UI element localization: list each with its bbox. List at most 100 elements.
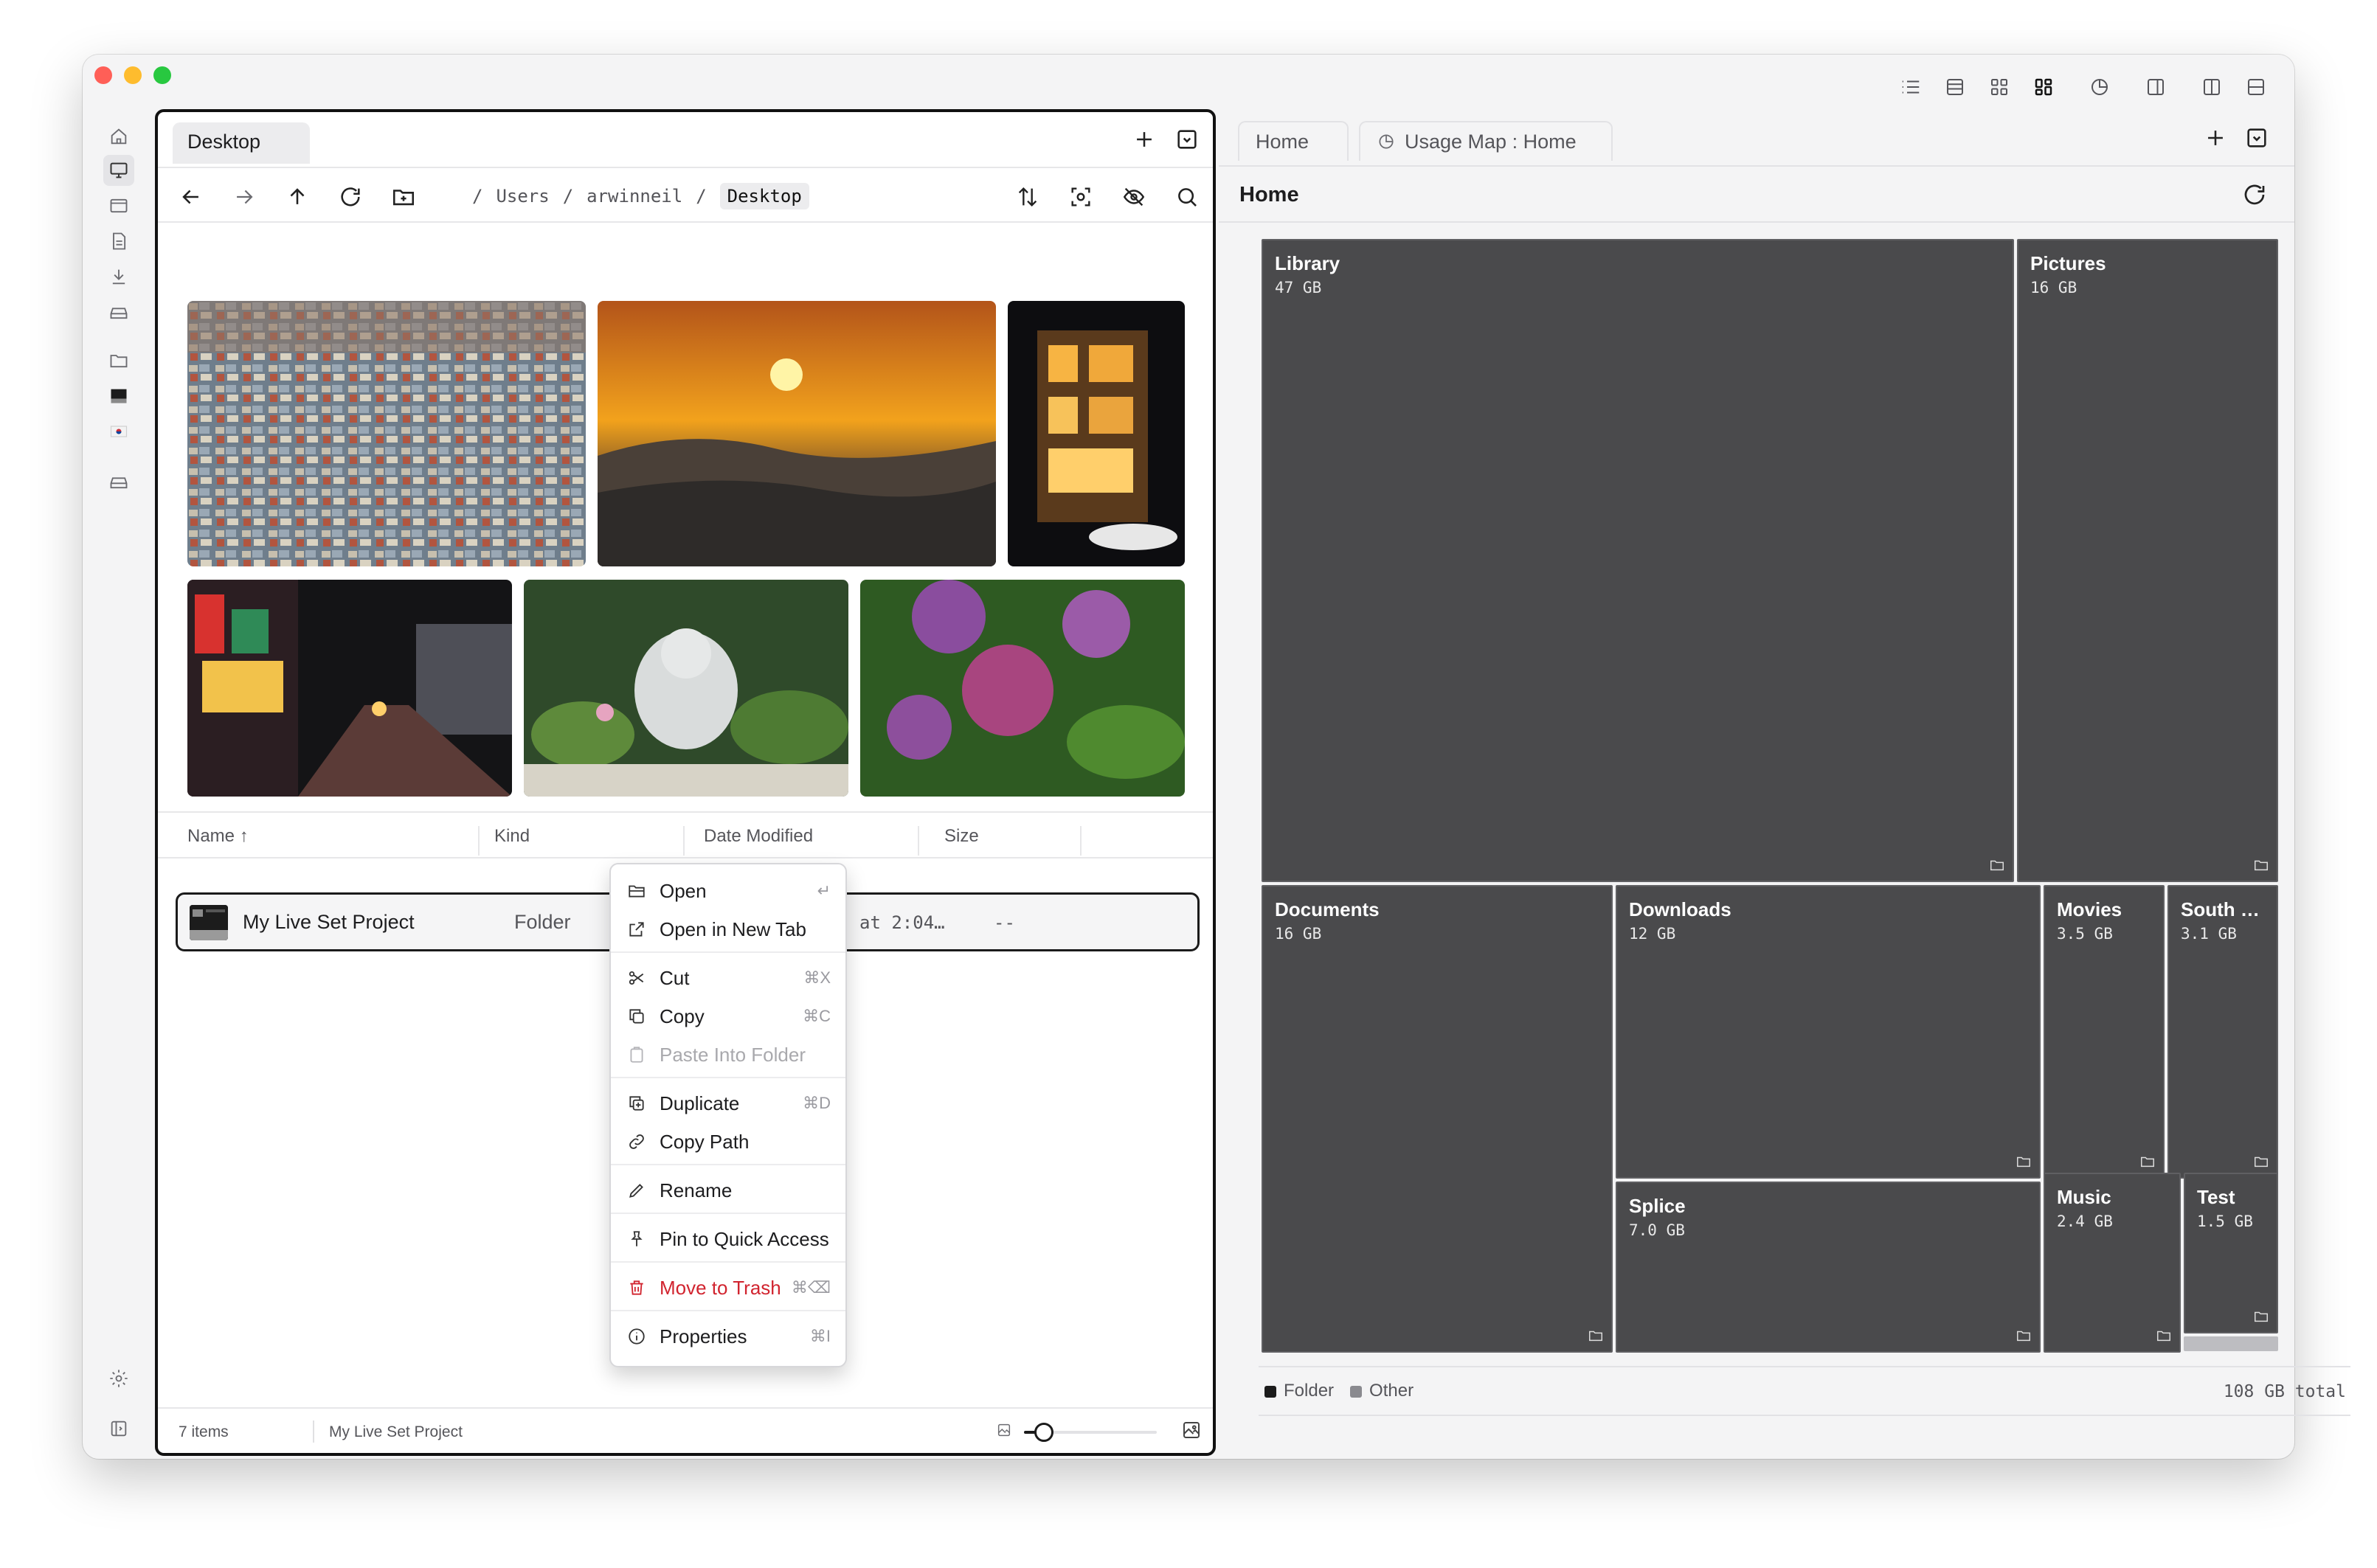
- folder-open-icon: [629, 885, 645, 898]
- photo-hydrangeas[interactable]: [860, 580, 1185, 797]
- usage-treemap: Library 47 GB Pictures 16 GB Documents 1…: [1262, 239, 2281, 1353]
- menu-item-cut[interactable]: Cut ⌘X: [611, 959, 845, 997]
- back-arrow-icon[interactable]: [179, 184, 204, 213]
- grid-view-icon[interactable]: [1977, 71, 2021, 103]
- tile-size: 1.5 GB: [2197, 1213, 2253, 1230]
- menu-item-properties[interactable]: Properties ⌘I: [611, 1317, 845, 1356]
- close-window-button[interactable]: [94, 66, 112, 84]
- preview-panel-icon[interactable]: [2134, 71, 2178, 103]
- home-icon[interactable]: [103, 121, 134, 152]
- refresh-icon[interactable]: [338, 184, 363, 213]
- photo-sunset-mountains[interactable]: [598, 301, 996, 566]
- scissors-icon: [629, 971, 644, 985]
- slider-knob[interactable]: [1034, 1423, 1053, 1442]
- menu-item-duplicate[interactable]: Duplicate ⌘D: [611, 1084, 845, 1123]
- new-tab-plus-icon[interactable]: [1132, 127, 1157, 156]
- tab-overview-icon[interactable]: [2244, 125, 2269, 154]
- breadcrumb-separator: /: [562, 186, 574, 207]
- treemap-tile-library[interactable]: Library 47 GB: [1262, 239, 2014, 882]
- menu-item-rename[interactable]: Rename: [611, 1171, 845, 1210]
- menu-item-copy-path[interactable]: Copy Path: [611, 1123, 845, 1161]
- legend-folder: Folder: [1264, 1381, 1334, 1401]
- treemap-tile-movies[interactable]: Movies 3.5 GB: [2044, 885, 2165, 1179]
- toggle-sidebar-icon[interactable]: [103, 1413, 134, 1444]
- legend-folder-swatch: [1264, 1385, 1276, 1398]
- photo-buddha-statue[interactable]: [524, 580, 848, 797]
- menu-item-pin-to-quick-access[interactable]: Pin to Quick Access: [611, 1220, 845, 1258]
- forward-arrow-icon[interactable]: [232, 184, 257, 213]
- tab-home[interactable]: Home: [1238, 121, 1349, 161]
- applications-icon[interactable]: [103, 190, 134, 221]
- refresh-icon[interactable]: [2241, 181, 2268, 212]
- desktop-icon[interactable]: [103, 155, 134, 186]
- breadcrumb-users[interactable]: Users: [496, 186, 549, 207]
- treemap-tile-south[interactable]: South … 3.1 GB: [2167, 885, 2278, 1179]
- legend-folder-label: Folder: [1284, 1381, 1335, 1401]
- column-date-modified[interactable]: Date Modified: [704, 826, 813, 847]
- new-tab-plus-icon[interactable]: [2203, 125, 2228, 154]
- breadcrumb-desktop[interactable]: Desktop: [719, 183, 809, 209]
- treemap-tile-documents[interactable]: Documents 16 GB: [1262, 885, 1613, 1353]
- treemap-tile-test[interactable]: Test 1.5 GB: [2184, 1173, 2278, 1333]
- divider: [1259, 1366, 2350, 1367]
- folder-icon: [1589, 1331, 1602, 1342]
- breadcrumb: / Users / arwinneil / Desktop: [472, 181, 809, 211]
- tab-overview-icon[interactable]: [1174, 127, 1200, 156]
- drive-icon[interactable]: [103, 296, 134, 327]
- external-link-icon: [629, 922, 644, 937]
- gallery-view-icon[interactable]: [2021, 71, 2066, 103]
- column-size[interactable]: Size: [944, 826, 979, 847]
- photo-night-street[interactable]: [187, 580, 512, 797]
- hidden-files-icon[interactable]: [1121, 184, 1146, 213]
- menu-item-label: Paste Into Folder: [660, 1043, 806, 1066]
- tab-home-label: Home: [1256, 130, 1309, 153]
- total-size: 108 GB total: [2223, 1382, 2346, 1401]
- column-name[interactable]: Name ↑: [187, 826, 249, 847]
- menu-item-label: Cut: [660, 966, 690, 989]
- treemap-tile-downloads[interactable]: Downloads 12 GB: [1616, 885, 2041, 1179]
- menu-item-label: Pin to Quick Access: [660, 1227, 829, 1250]
- sort-icon[interactable]: [1015, 184, 1040, 213]
- split-horizontal-icon[interactable]: [2234, 71, 2278, 103]
- search-icon[interactable]: [1174, 184, 1200, 213]
- downloads-icon[interactable]: [103, 261, 134, 292]
- folder-icon: [2141, 1156, 2154, 1168]
- tile-name: Downloads: [1629, 898, 1731, 920]
- tile-size: 7.0 GB: [1629, 1221, 1685, 1239]
- split-vertical-icon[interactable]: [2190, 71, 2234, 103]
- treemap-tile-music[interactable]: Music 2.4 GB: [2044, 1173, 2181, 1353]
- treemap-tile-pictures[interactable]: Pictures 16 GB: [2017, 239, 2278, 882]
- korea-flag-icon[interactable]: [103, 416, 134, 447]
- up-arrow-icon[interactable]: [285, 184, 310, 213]
- external-drive-icon[interactable]: [103, 466, 134, 497]
- tab-usage-map[interactable]: Usage Map : Home: [1359, 121, 1613, 161]
- menu-item-paste-into-folder[interactable]: Paste Into Folder: [611, 1035, 845, 1074]
- menu-item-shortcut: ⌘X: [803, 968, 831, 987]
- settings-gear-icon[interactable]: [103, 1363, 134, 1394]
- list-view-icon[interactable]: [1889, 71, 1933, 103]
- status-bar: 7 items My Live Set Project: [158, 1407, 1213, 1453]
- thumbnail-size-slider[interactable]: [1024, 1423, 1157, 1442]
- photo-city-rooftops[interactable]: [187, 301, 586, 566]
- menu-item-open-in-new-tab[interactable]: Open in New Tab: [611, 910, 845, 948]
- tab-desktop[interactable]: Desktop: [173, 122, 310, 164]
- minimize-window-button[interactable]: [124, 66, 142, 84]
- menu-item-move-to-trash[interactable]: Move to Trash ⌘⌫: [611, 1269, 845, 1307]
- usage-chart-icon[interactable]: [2077, 71, 2122, 103]
- project-thumbnail-icon[interactable]: [103, 381, 134, 412]
- table-view-icon[interactable]: [1933, 71, 1977, 103]
- treemap-tile-splice[interactable]: Splice 7.0 GB: [1616, 1182, 2041, 1353]
- folder-icon[interactable]: [103, 345, 134, 376]
- menu-separator: [611, 1077, 845, 1078]
- photo-lit-building[interactable]: [1008, 301, 1185, 566]
- tile-name: South …: [2181, 898, 2260, 920]
- zoom-window-button[interactable]: [153, 66, 171, 84]
- column-kind[interactable]: Kind: [494, 826, 530, 847]
- focus-icon[interactable]: [1068, 184, 1093, 213]
- tile-size: 47 GB: [1275, 279, 1322, 296]
- menu-item-open[interactable]: Open ↵: [611, 872, 845, 910]
- new-folder-icon[interactable]: [391, 184, 416, 213]
- breadcrumb-arwinneil[interactable]: arwinneil: [587, 186, 682, 207]
- menu-item-copy[interactable]: Copy ⌘C: [611, 997, 845, 1035]
- documents-icon[interactable]: [103, 226, 134, 257]
